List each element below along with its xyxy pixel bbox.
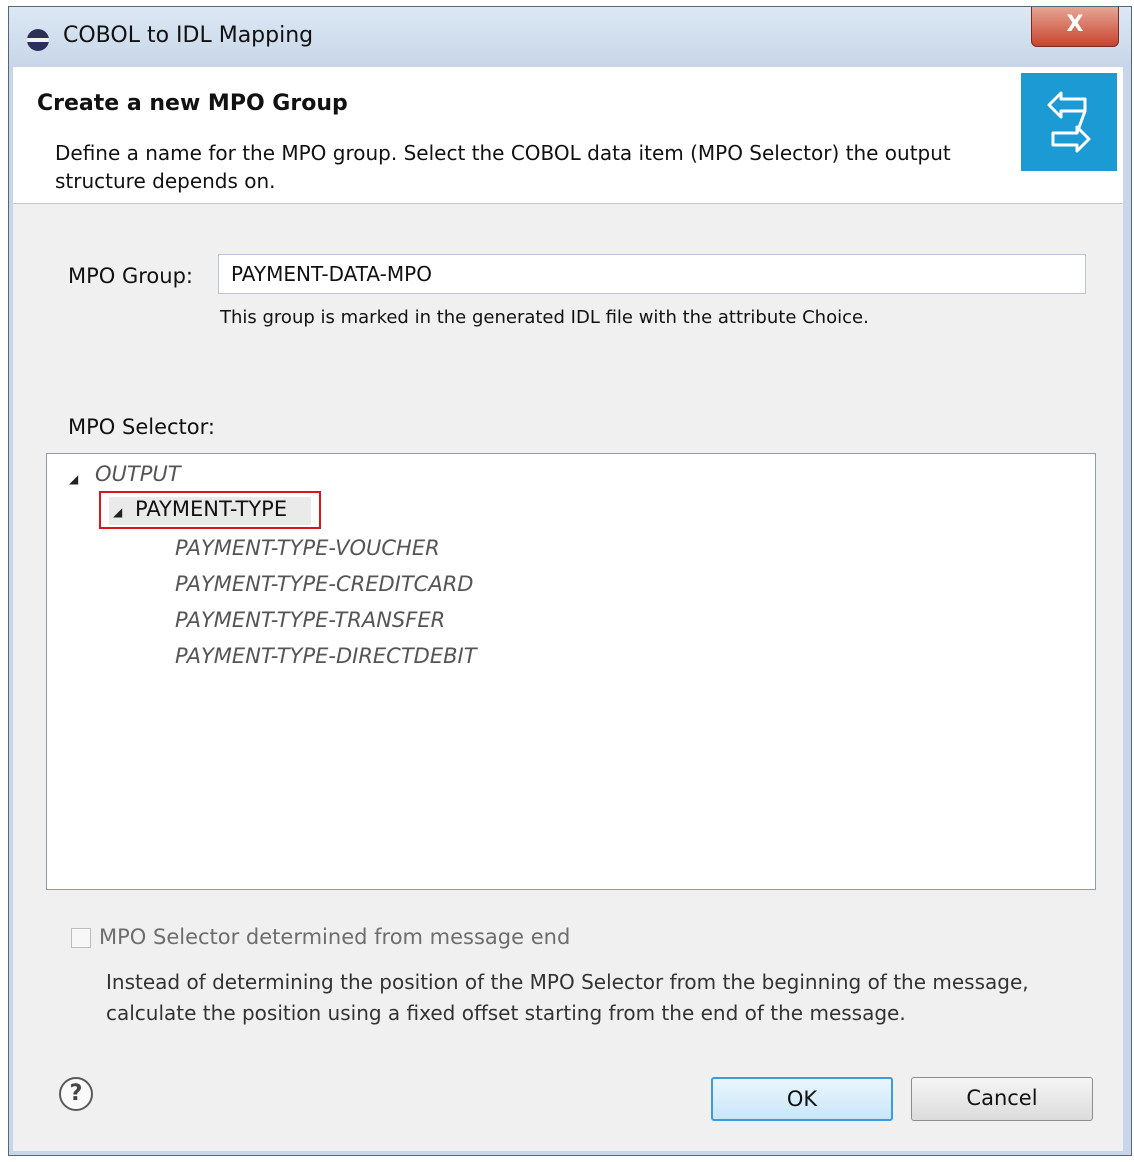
mpo-group-label: MPO Group: <box>68 264 193 288</box>
message-end-checkbox-label[interactable]: MPO Selector determined from message end <box>99 925 570 949</box>
cancel-button[interactable]: Cancel <box>911 1077 1093 1121</box>
tree-item-payment-type[interactable]: ◢ PAYMENT-TYPE <box>99 491 321 529</box>
window-title: COBOL to IDL Mapping <box>63 23 314 48</box>
expand-triangle-icon[interactable]: ◢ <box>69 472 78 486</box>
eclipse-icon <box>27 29 49 51</box>
tree-item-payment-type-creditcard[interactable]: PAYMENT-TYPE-CREDITCARD <box>175 572 473 596</box>
expand-triangle-icon[interactable]: ◢ <box>113 505 122 519</box>
mpo-group-hint: This group is marked in the generated ID… <box>220 307 869 328</box>
message-end-description: Instead of determining the position of t… <box>106 970 1029 1025</box>
title-bar[interactable]: COBOL to IDL Mapping X <box>9 7 1131 67</box>
wizard-banner: Create a new MPO Group Define a name for… <box>13 67 1123 204</box>
tree-item-payment-type-transfer[interactable]: PAYMENT-TYPE-TRANSFER <box>175 608 445 632</box>
dialog-window: COBOL to IDL Mapping X Create a new MPO … <box>8 6 1132 1156</box>
mapping-arrows-icon <box>1021 73 1117 171</box>
banner-description: Define a name for the MPO group. Select … <box>55 141 951 193</box>
message-end-checkbox[interactable] <box>71 928 91 948</box>
dialog-content: Create a new MPO Group Define a name for… <box>13 67 1123 1151</box>
mpo-selector-label: MPO Selector: <box>68 415 215 439</box>
mpo-group-input[interactable] <box>218 254 1086 294</box>
tree-item-payment-type-directdebit[interactable]: PAYMENT-TYPE-DIRECTDEBIT <box>175 644 477 668</box>
banner-title: Create a new MPO Group <box>37 91 348 116</box>
tree-item-payment-type-voucher[interactable]: PAYMENT-TYPE-VOUCHER <box>175 536 440 560</box>
tree-item-payment-type-label: PAYMENT-TYPE <box>135 497 288 521</box>
close-button[interactable]: X <box>1031 7 1119 47</box>
help-icon[interactable]: ? <box>59 1077 93 1111</box>
tree-item-output[interactable]: OUTPUT <box>95 462 181 486</box>
ok-button[interactable]: OK <box>711 1077 893 1121</box>
